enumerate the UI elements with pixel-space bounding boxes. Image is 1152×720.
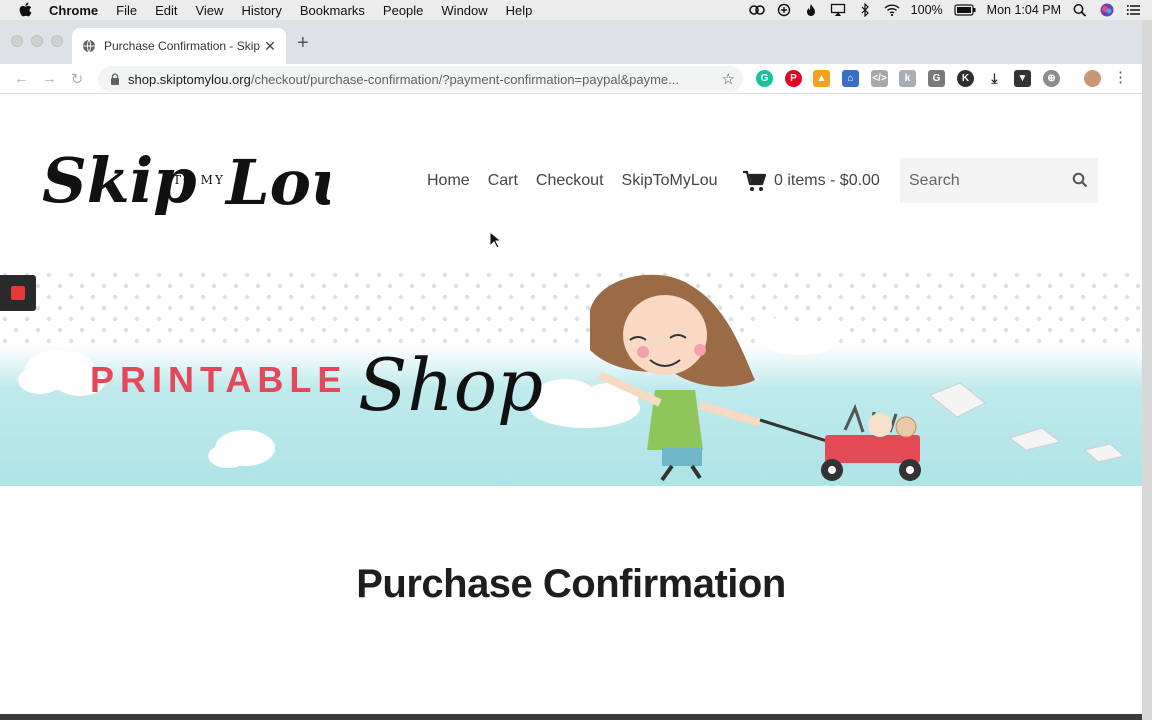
extension-blue-icon[interactable]: ⌂ [842,70,859,87]
site-nav: Home Cart Checkout SkipToMyLou [427,172,718,190]
magnifier-icon[interactable] [1072,172,1088,188]
printable-shop-banner: PRINTABLE Shop [0,270,1142,486]
window-controls [11,35,63,47]
chrome-menu-icon[interactable]: ⋮ [1113,70,1128,86]
back-button[interactable]: ← [14,70,29,87]
new-tab-button[interactable]: + [297,32,309,55]
battery-icon[interactable] [954,3,976,17]
code-extension-icon[interactable]: </> [871,70,888,87]
menu-edit[interactable]: Edit [155,3,177,18]
active-tab[interactable]: Purchase Confirmation - Skip T ✕ [72,28,286,64]
menu-people[interactable]: People [383,3,423,18]
close-window-button[interactable] [11,35,23,47]
browser-toolbar: ← → ↻ shop.skiptomylou.org /checkout/pur… [0,64,1142,94]
flame-icon[interactable] [803,3,819,17]
minimize-window-button[interactable] [31,35,43,47]
menubar-status-area: 100% Mon 1:04 PM [748,0,1142,20]
menu-history[interactable]: History [241,3,281,18]
site-search [900,158,1098,203]
globe-icon [83,39,95,53]
desktop-edge [1142,20,1152,720]
wifi-icon[interactable] [884,3,900,17]
reload-button[interactable]: ↻ [70,70,84,88]
menu-window[interactable]: Window [441,3,487,18]
banner-word-shop: Shop [358,343,543,427]
search-input[interactable] [909,171,1069,190]
creative-cloud-icon[interactable] [748,3,765,17]
logo-word-lou: Lou [224,146,330,219]
grammarly-extension-icon[interactable]: G [756,70,773,87]
page-title: Purchase Confirmation [356,562,786,606]
menubar-clock[interactable]: Mon 1:04 PM [987,3,1061,17]
notification-center-icon[interactable] [1126,3,1142,17]
tab-title: Purchase Confirmation - Skip T [104,39,262,53]
nav-home[interactable]: Home [427,172,470,190]
screen-recording-stop-button[interactable] [0,275,36,311]
forward-button[interactable]: → [42,70,57,87]
cart-summary-text: 0 items - $0.00 [774,172,880,189]
mouse-cursor-icon [489,231,501,249]
nav-checkout[interactable]: Checkout [536,172,604,190]
address-bar[interactable]: shop.skiptomylou.org /checkout/purchase-… [98,66,743,92]
spotlight-search-icon[interactable] [1072,3,1088,17]
extension-g-icon[interactable]: G [928,70,945,87]
siri-icon[interactable] [1099,3,1115,17]
battery-percent: 100% [910,3,943,17]
record-stop-icon [11,286,25,300]
airplay-icon[interactable] [830,3,846,17]
zoom-window-button[interactable] [51,35,63,47]
tab-strip: Purchase Confirmation - Skip T ✕ + [0,20,1142,64]
menu-view[interactable]: View [195,3,223,18]
extension-dark-icon[interactable]: ▼ [1014,70,1031,87]
menu-bookmarks[interactable]: Bookmarks [300,3,365,18]
bluetooth-icon[interactable] [857,3,873,17]
cart-summary-link[interactable]: 0 items - $0.00 [742,170,880,192]
nav-cart[interactable]: Cart [488,172,518,190]
bookmark-star-icon[interactable]: ☆ [722,70,735,88]
web-page: Skip TO MY Lou Home Cart Checkout SkipTo… [0,94,1142,720]
extension-gray-icon[interactable]: k [899,70,916,87]
logo-word-to-my: TO MY [173,173,225,187]
download-icon[interactable]: ⤓ [986,70,1003,87]
menu-help[interactable]: Help [506,3,533,18]
menu-app-name[interactable]: Chrome [49,3,98,18]
close-tab-icon[interactable]: ✕ [262,38,278,55]
analytics-extension-icon[interactable]: ▲ [813,70,830,87]
menu-file[interactable]: File [116,3,137,18]
url-path: /checkout/purchase-confirmation/?payment… [250,71,679,87]
site-logo[interactable]: Skip TO MY Lou [40,124,330,234]
lock-icon[interactable] [110,73,120,85]
browser-window: Purchase Confirmation - Skip T ✕ + ← → ↻… [0,20,1142,720]
extension-k-icon[interactable]: K [957,70,974,87]
nav-skiptomylou[interactable]: SkipToMyLou [622,172,718,190]
pinterest-extension-icon[interactable]: P [785,70,802,87]
url-host: shop.skiptomylou.org [128,71,251,87]
profile-avatar[interactable] [1084,70,1101,87]
shopping-cart-icon [743,170,766,191]
apple-icon[interactable] [18,2,32,18]
banner-word-printable: PRINTABLE [90,359,347,400]
extension-globe-icon[interactable]: ⊕ [1043,70,1060,87]
sync-icon[interactable] [776,3,792,17]
macos-menu-bar: Chrome File Edit View History Bookmarks … [0,0,1152,20]
dock-strip [0,714,1142,720]
